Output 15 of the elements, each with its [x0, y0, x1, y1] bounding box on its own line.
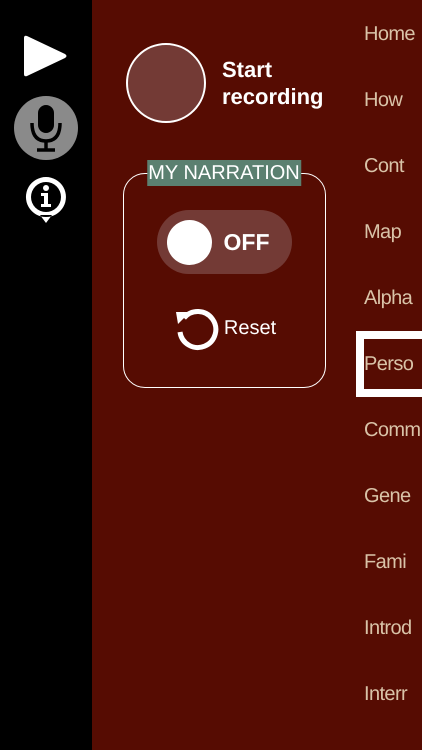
- menu-item[interactable]: Home: [356, 1, 422, 67]
- menu-item[interactable]: Introd: [356, 595, 422, 661]
- menu-item[interactable]: Comm: [356, 397, 422, 463]
- menu-item[interactable]: Gene: [356, 463, 422, 529]
- reset-button[interactable]: Reset: [172, 304, 276, 352]
- menu-item[interactable]: Perso: [356, 331, 422, 397]
- record-label: Start recording: [222, 56, 324, 110]
- menu-item[interactable]: Map: [356, 199, 422, 265]
- narration-title: MY NARRATION: [147, 160, 301, 186]
- narration-toggle[interactable]: OFF: [156, 210, 292, 274]
- menu-item[interactable]: Interr: [356, 661, 422, 727]
- menu-item[interactable]: Alpha: [356, 265, 422, 331]
- menu-item[interactable]: How: [356, 67, 422, 133]
- menu-item[interactable]: Fami: [356, 529, 422, 595]
- menu-item[interactable]: Cont: [356, 133, 422, 199]
